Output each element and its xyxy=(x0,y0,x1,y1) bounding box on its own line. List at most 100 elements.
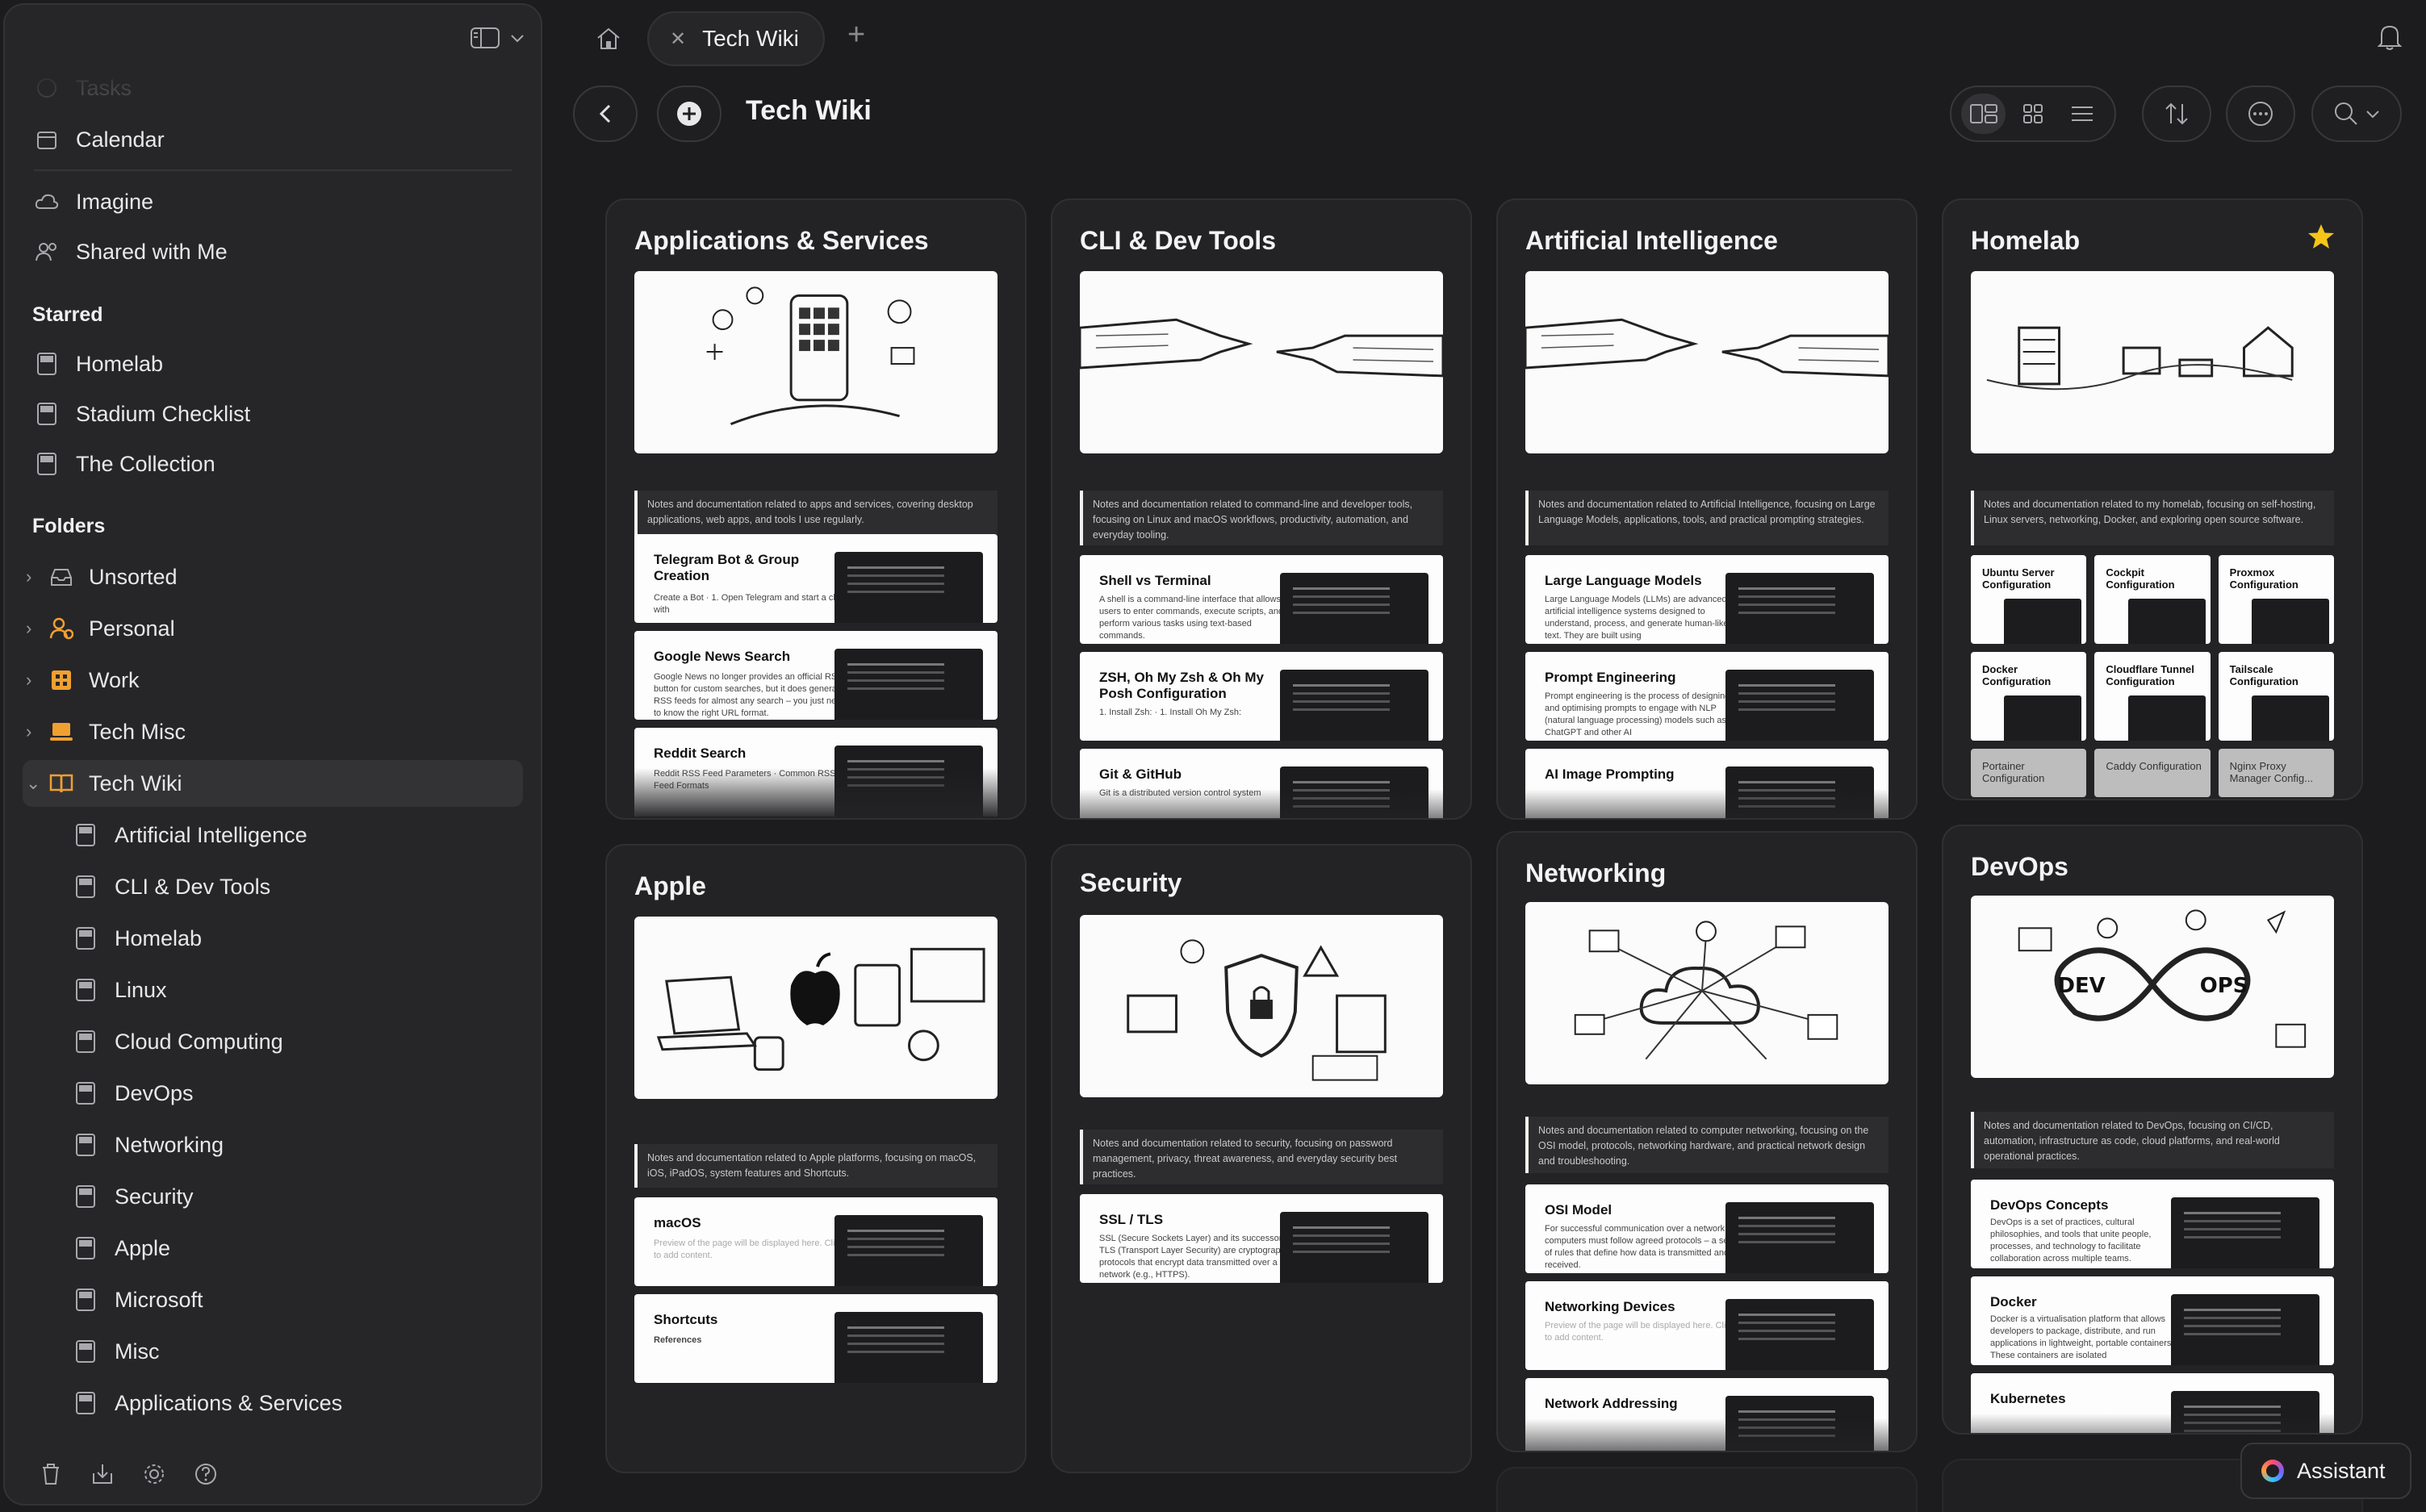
chevron-down-icon[interactable] xyxy=(508,29,526,47)
note-preview-mini[interactable]: Docker Configuration xyxy=(1971,652,2087,741)
chevron-right-icon[interactable]: › xyxy=(26,670,42,691)
note-preview[interactable]: SSL / TLS SSL (Secure Sockets Layer) and… xyxy=(1080,1194,1443,1283)
sidebar-item-starred-stadium[interactable]: Stadium Checklist xyxy=(5,391,541,437)
book-icon xyxy=(48,771,74,796)
folder-card-apple[interactable]: Apple Notes and documentation related to… xyxy=(605,844,1027,1473)
note-preview[interactable]: Google News Search Google News no longer… xyxy=(634,631,998,720)
note-preview-mini[interactable]: Nginx Proxy Manager Config... xyxy=(2218,749,2334,797)
devops-infinity-illustration-icon: DEV OPS xyxy=(2018,909,2307,1048)
note-title: Git & GitHub xyxy=(1099,766,1182,782)
chevron-right-icon[interactable]: › xyxy=(26,618,42,639)
note-preview[interactable]: Shell vs Terminal A shell is a command-l… xyxy=(1080,555,1443,644)
folder-card-partial[interactable] xyxy=(1496,1467,1918,1512)
folder-card-cli[interactable]: CLI & Dev Tools Notes and documentation … xyxy=(1051,198,1472,820)
assistant-button[interactable]: Assistant xyxy=(2240,1443,2411,1499)
folder-card-networking[interactable]: Networking Notes and documentation relat… xyxy=(1496,831,1918,1452)
sidebar-subfolder-item[interactable]: Cloud Computing xyxy=(5,1018,541,1065)
note-preview-mini[interactable]: Ubuntu Server Configuration xyxy=(1971,555,2087,644)
card-description: Notes and documentation related to Artif… xyxy=(1525,491,1889,545)
search-button[interactable] xyxy=(2311,86,2402,142)
sidebar-item-label: Unsorted xyxy=(89,564,178,589)
sidebar-item-starred-collection[interactable]: The Collection xyxy=(5,441,541,487)
sidebar-item-tasks[interactable]: Tasks xyxy=(5,65,541,111)
view-cards-icon[interactable] xyxy=(1961,94,2006,134)
note-preview[interactable]: Reddit Search Reddit RSS Feed Parameters… xyxy=(634,728,998,817)
note-preview-mini[interactable]: Tailscale Configuration xyxy=(2218,652,2334,741)
tab-tech-wiki[interactable]: ✕ Tech Wiki xyxy=(647,11,825,66)
chevron-right-icon[interactable]: › xyxy=(26,566,42,587)
close-icon[interactable]: ✕ xyxy=(670,27,686,51)
note-preview-mini[interactable]: Proxmox Configuration xyxy=(2218,555,2334,644)
note-title: Reddit Search xyxy=(654,746,747,761)
sidebar-subfolder-item[interactable]: Microsoft xyxy=(5,1276,541,1323)
sidebar-subfolder-item[interactable]: Security xyxy=(5,1173,541,1220)
sidebar-subfolder-item[interactable]: Homelab xyxy=(5,915,541,962)
card-description: Notes and documentation related to my ho… xyxy=(1971,491,2334,545)
sidebar-subfolder-item[interactable]: Misc xyxy=(5,1328,541,1375)
sidebar-subfolder-item[interactable]: Applications & Services xyxy=(5,1380,541,1426)
note-preview[interactable]: Network Addressing xyxy=(1525,1378,1889,1451)
folder-card-devops[interactable]: DevOps DEV OPS Notes and documentation r… xyxy=(1942,825,2363,1435)
note-preview[interactable]: OSI Model For successful communication o… xyxy=(1525,1184,1889,1273)
note-preview[interactable]: Docker Docker is a virtualisation platfo… xyxy=(1971,1276,2334,1365)
note-preview[interactable]: Prompt Engineering Prompt engineering is… xyxy=(1525,652,1889,741)
chevron-right-icon[interactable]: › xyxy=(26,721,42,742)
add-button[interactable] xyxy=(657,86,722,142)
home-icon[interactable] xyxy=(592,23,625,55)
note-preview[interactable]: Large Language Models Large Language Mod… xyxy=(1525,555,1889,644)
sidebar-folder-tech-wiki[interactable]: ⌄ Tech Wiki xyxy=(23,760,523,807)
back-button[interactable] xyxy=(573,86,638,142)
note-preview[interactable]: Kubernetes xyxy=(1971,1373,2334,1433)
settings-icon[interactable] xyxy=(140,1460,168,1488)
folder-card-homelab[interactable]: Homelab Notes and documentation related … xyxy=(1942,198,2363,800)
note-preview[interactable]: Shortcuts References xyxy=(634,1294,998,1383)
sidebar-subfolder-item[interactable]: Networking xyxy=(5,1121,541,1168)
folder-card-applications[interactable]: Applications & Services Notes and docume… xyxy=(605,198,1027,820)
sidebar-item-label: Imagine xyxy=(76,189,154,214)
note-preview[interactable]: ZSH, Oh My Zsh & Oh My Posh Configuratio… xyxy=(1080,652,1443,741)
note-preview-mini[interactable]: Cloudflare Tunnel Configuration xyxy=(2094,652,2211,741)
view-grid-icon[interactable] xyxy=(2010,94,2055,134)
view-list-icon[interactable] xyxy=(2060,94,2105,134)
new-tab-button[interactable]: + xyxy=(847,18,865,52)
note-preview-mini[interactable]: Portainer Configuration xyxy=(1971,749,2087,797)
sidebar-subfolder-item[interactable]: DevOps xyxy=(5,1070,541,1117)
sidebar-folder-unsorted[interactable]: › Unsorted xyxy=(5,553,541,600)
note-preview[interactable]: Git & GitHub Git is a distributed versio… xyxy=(1080,749,1443,818)
note-preview-mini[interactable]: Cockpit Configuration xyxy=(2094,555,2211,644)
sidebar-folder-tech-misc[interactable]: › Tech Misc xyxy=(5,708,541,755)
sidebar-folder-work[interactable]: › Work xyxy=(5,657,541,704)
sidebar-folder-personal[interactable]: › Personal xyxy=(5,605,541,652)
sidebar-item-calendar[interactable]: Calendar xyxy=(5,116,541,163)
note-snippet: Git is a distributed version control sys… xyxy=(1099,788,1261,798)
note-preview[interactable]: AI Image Prompting xyxy=(1525,749,1889,818)
bell-icon[interactable] xyxy=(2376,23,2403,56)
divider xyxy=(34,169,512,171)
sidebar-subfolder-item[interactable]: Linux xyxy=(5,967,541,1013)
sidebar-item-shared[interactable]: Shared with Me xyxy=(5,228,541,275)
sidebar-subfolder-item[interactable]: Artificial Intelligence xyxy=(5,812,541,858)
import-icon[interactable] xyxy=(89,1460,116,1488)
note-thumbnail xyxy=(1725,1299,1874,1370)
note-preview[interactable]: Networking Devices Preview of the page w… xyxy=(1525,1281,1889,1370)
star-icon[interactable] xyxy=(2307,223,2336,254)
note-title: Docker xyxy=(1990,1294,2037,1309)
folder-card-ai[interactable]: Artificial Intelligence Notes and docume… xyxy=(1496,198,1918,820)
note-preview[interactable]: Telegram Bot & Group Creation Create a B… xyxy=(634,534,998,623)
note-preview-mini[interactable]: Caddy Configuration xyxy=(2094,749,2211,797)
sort-button[interactable] xyxy=(2142,86,2211,142)
sidebar-subfolder-item[interactable]: Apple xyxy=(5,1225,541,1272)
folder-card-security[interactable]: Security Notes and documentation related… xyxy=(1051,844,1472,1473)
sidebar-toggle-icon[interactable] xyxy=(470,26,500,50)
chevron-down-icon[interactable]: ⌄ xyxy=(26,773,42,794)
sidebar-subfolder-item[interactable]: CLI & Dev Tools xyxy=(5,863,541,910)
notebook-icon xyxy=(73,925,98,951)
help-icon[interactable] xyxy=(192,1460,220,1488)
sidebar-item-imagine[interactable]: Imagine xyxy=(5,178,541,225)
more-options-button[interactable] xyxy=(2226,86,2295,142)
note-preview[interactable]: macOS Preview of the page will be displa… xyxy=(634,1197,998,1286)
sidebar-item-starred-homelab[interactable]: Homelab xyxy=(5,340,541,387)
note-thumbnail xyxy=(2171,1294,2319,1365)
note-preview[interactable]: DevOps Concepts DevOps is a set of pract… xyxy=(1971,1180,2334,1268)
trash-icon[interactable] xyxy=(37,1460,65,1488)
